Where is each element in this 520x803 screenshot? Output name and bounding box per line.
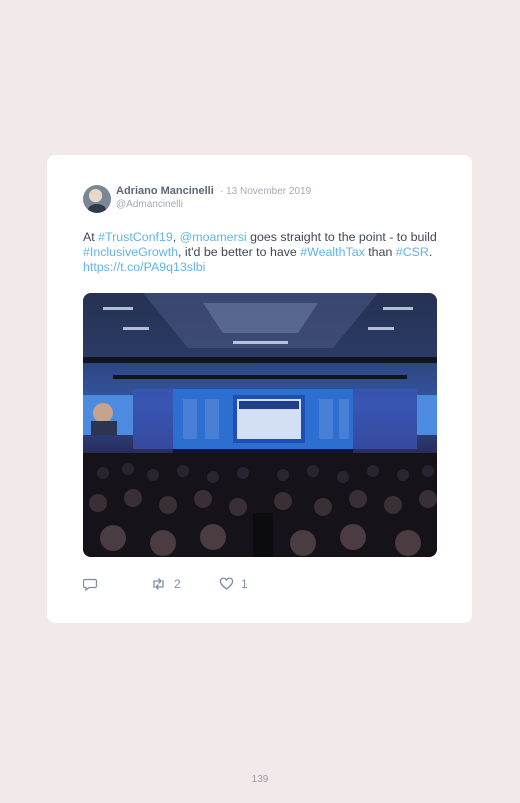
tweet-actions: 2 1 [83,577,283,593]
retweet-icon[interactable] [150,577,167,591]
like-action[interactable]: 1 [219,577,248,591]
like-count: 1 [241,577,248,591]
retweet-count: 2 [174,577,181,591]
reply-action[interactable] [83,577,98,591]
tweet-text: At #TrustConf19, @moamersi goes straight… [83,230,443,275]
text-segment: At [83,230,99,244]
avatar[interactable] [83,185,111,213]
author-name[interactable]: Adriano Mancinelli [116,185,214,197]
text-segment: , [172,230,180,244]
hashtag-link[interactable]: #WealthTax [300,245,365,259]
hashtag-link[interactable]: #TrustConf19 [98,230,173,244]
text-segment: goes straight to the point - to build [246,230,437,244]
page-number: 139 [251,774,269,785]
hashtag-link[interactable]: #InclusiveGrowth [83,245,178,259]
hashtag-link[interactable]: #CSR [396,245,429,259]
text-segment: , it'd be better to have [178,245,301,259]
text-segment: than [364,245,396,259]
conference-photo[interactable] [83,293,437,557]
tweet-date[interactable]: · 13 November 2019 [220,186,311,197]
tweet-card: Adriano Mancinelli · 13 November 2019 @A… [47,155,472,623]
mention-link[interactable]: @moamersi [180,230,247,244]
author-handle[interactable]: @Admancinelli [116,199,183,210]
url-link[interactable]: https://t.co/PA9q13slbi [83,260,205,274]
reply-icon[interactable] [83,577,98,591]
heart-icon[interactable] [219,577,234,591]
text-segment: . [428,245,433,259]
conference-scene [83,293,437,557]
retweet-action[interactable]: 2 [150,577,181,591]
